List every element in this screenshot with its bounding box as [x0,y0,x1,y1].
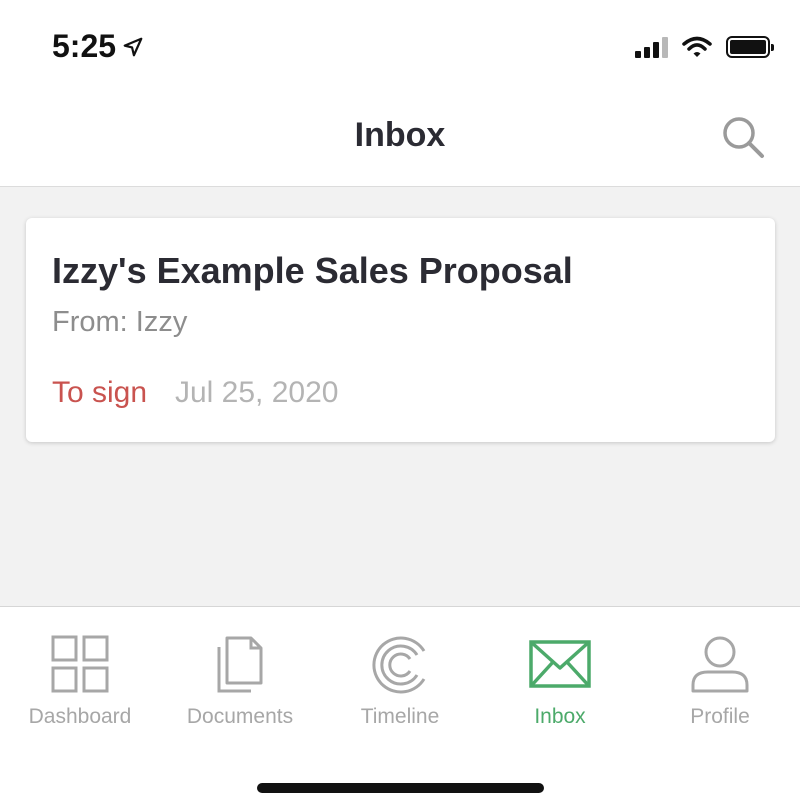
tab-label-timeline: Timeline [360,705,440,728]
tab-inbox[interactable]: Inbox [480,607,640,737]
status-time-text: 5:25 [52,28,117,64]
status-icons [635,36,774,58]
tab-label-profile: Profile [690,705,750,728]
tab-timeline[interactable]: Timeline [320,607,480,737]
tab-label-dashboard: Dashboard [28,705,132,728]
document-date: Jul 25, 2020 [175,376,339,409]
page-title: Inbox [354,116,446,154]
tab-label-inbox: Inbox [534,705,586,728]
document-card[interactable]: Izzy's Example Sales Proposal From: Izzy… [26,218,775,442]
profile-icon [691,636,749,693]
cellular-signal-icon [635,36,668,58]
dashboard-icon [51,635,109,693]
status-bar: 5:25 [0,0,800,94]
tab-dashboard[interactable]: Dashboard [0,607,160,737]
navigation-header: Inbox [0,94,800,187]
status-time: 5:25 [52,28,144,65]
documents-icon [217,636,263,693]
inbox-icon [529,640,591,688]
document-title: Izzy's Example Sales Proposal [52,250,573,291]
search-button[interactable] [720,114,766,160]
tab-bar: Dashboard Documents Timeline Inbox Profi… [0,606,800,803]
status-badge: To sign [52,376,148,409]
wifi-icon [682,36,712,57]
timeline-icon [372,636,426,694]
location-arrow-icon [123,37,143,56]
tab-label-documents: Documents [186,705,294,728]
document-sender: From: Izzy [52,306,188,338]
battery-icon [726,36,774,58]
search-icon [723,117,764,158]
tab-profile[interactable]: Profile [640,607,800,737]
home-indicator[interactable] [257,783,544,793]
tab-documents[interactable]: Documents [160,607,320,737]
